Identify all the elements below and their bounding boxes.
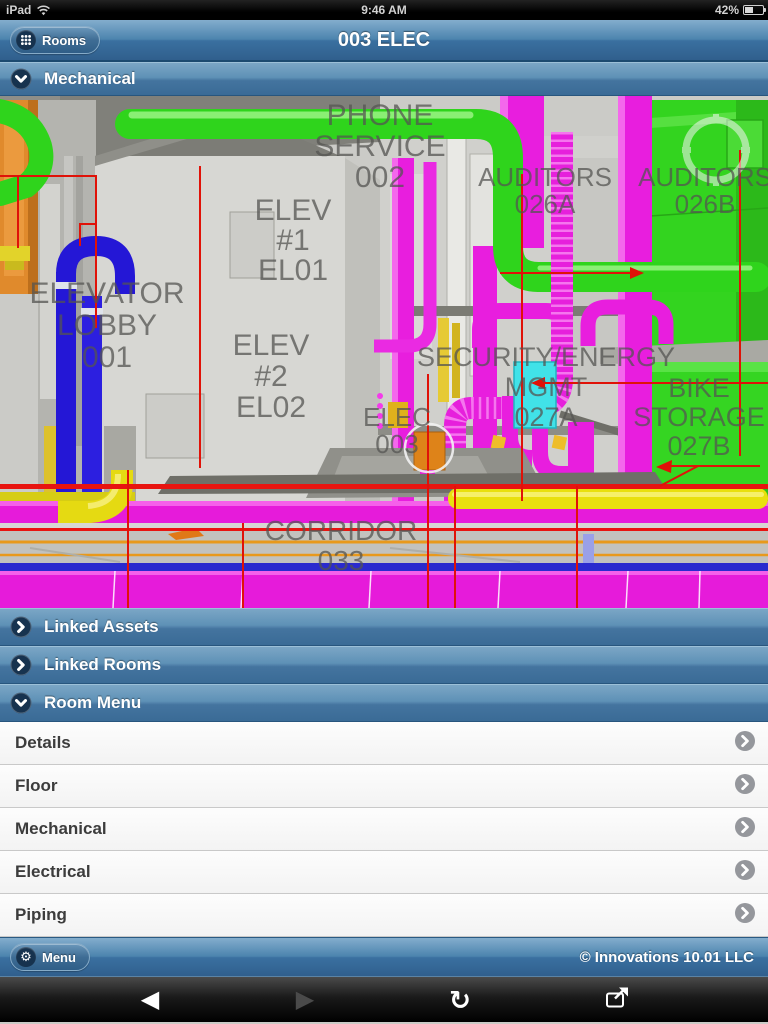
rooms-grid-icon [16,30,36,50]
menu-item-electrical[interactable]: Electrical [0,851,768,894]
footer-toolbar: ⚙ Menu © Innovations 10.01 LLC [0,937,768,976]
disclosure-chevron-icon[interactable] [734,859,756,886]
bim-3d-scene [0,96,768,608]
rooms-button-label: Rooms [42,33,86,48]
disclosure-chevron-icon[interactable] [734,730,756,757]
status-bar: iPad 9:46 AM 42% [0,0,768,20]
section-label-room-menu: Room Menu [44,693,141,713]
clock: 9:46 AM [0,3,768,17]
menu-item-piping[interactable]: Piping [0,894,768,937]
section-label-mechanical: Mechanical [44,69,136,89]
browser-navigation-bar: ◀ ▶ ↻ [0,976,768,1022]
share-button[interactable] [604,985,630,1014]
menu-item-details[interactable]: Details [0,722,768,765]
menu-item-floor[interactable]: Floor [0,765,768,808]
chevron-right-icon [10,654,32,676]
forward-button[interactable]: ▶ [296,988,314,1012]
menu-item-mechanical[interactable]: Mechanical [0,808,768,851]
copyright-text: © Innovations 10.01 LLC [580,949,768,966]
rooms-button[interactable]: Rooms [10,26,100,54]
disclosure-chevron-icon[interactable] [734,773,756,800]
menu-button-label: Menu [42,950,76,965]
menu-button[interactable]: ⚙ Menu [10,943,90,971]
section-header-linked-assets[interactable]: Linked Assets [0,608,768,646]
battery-icon [743,5,764,15]
navigation-bar: 003 ELEC Rooms [0,20,768,62]
chevron-down-icon [10,692,32,714]
section-header-mechanical[interactable]: Mechanical [0,62,768,96]
gear-icon: ⚙ [16,947,36,967]
model-viewport[interactable]: PHONESERVICE002 ELEV#1EL01 AUDITORS026A … [0,96,768,608]
page-title: 003 ELEC [0,29,768,52]
room-menu-list: Details Floor Mechanical Electrical Pipi… [0,722,768,937]
chevron-down-icon [10,68,32,90]
section-label-linked-rooms: Linked Rooms [44,655,161,675]
section-label-linked-assets: Linked Assets [44,617,159,637]
reload-button[interactable]: ↻ [449,987,471,1013]
back-button[interactable]: ◀ [141,988,159,1012]
disclosure-chevron-icon[interactable] [734,902,756,929]
section-header-room-menu[interactable]: Room Menu [0,684,768,722]
section-header-linked-rooms[interactable]: Linked Rooms [0,646,768,684]
chevron-right-icon [10,616,32,638]
app-screen: iPad 9:46 AM 42% 003 ELEC [0,0,768,1024]
disclosure-chevron-icon[interactable] [734,816,756,843]
